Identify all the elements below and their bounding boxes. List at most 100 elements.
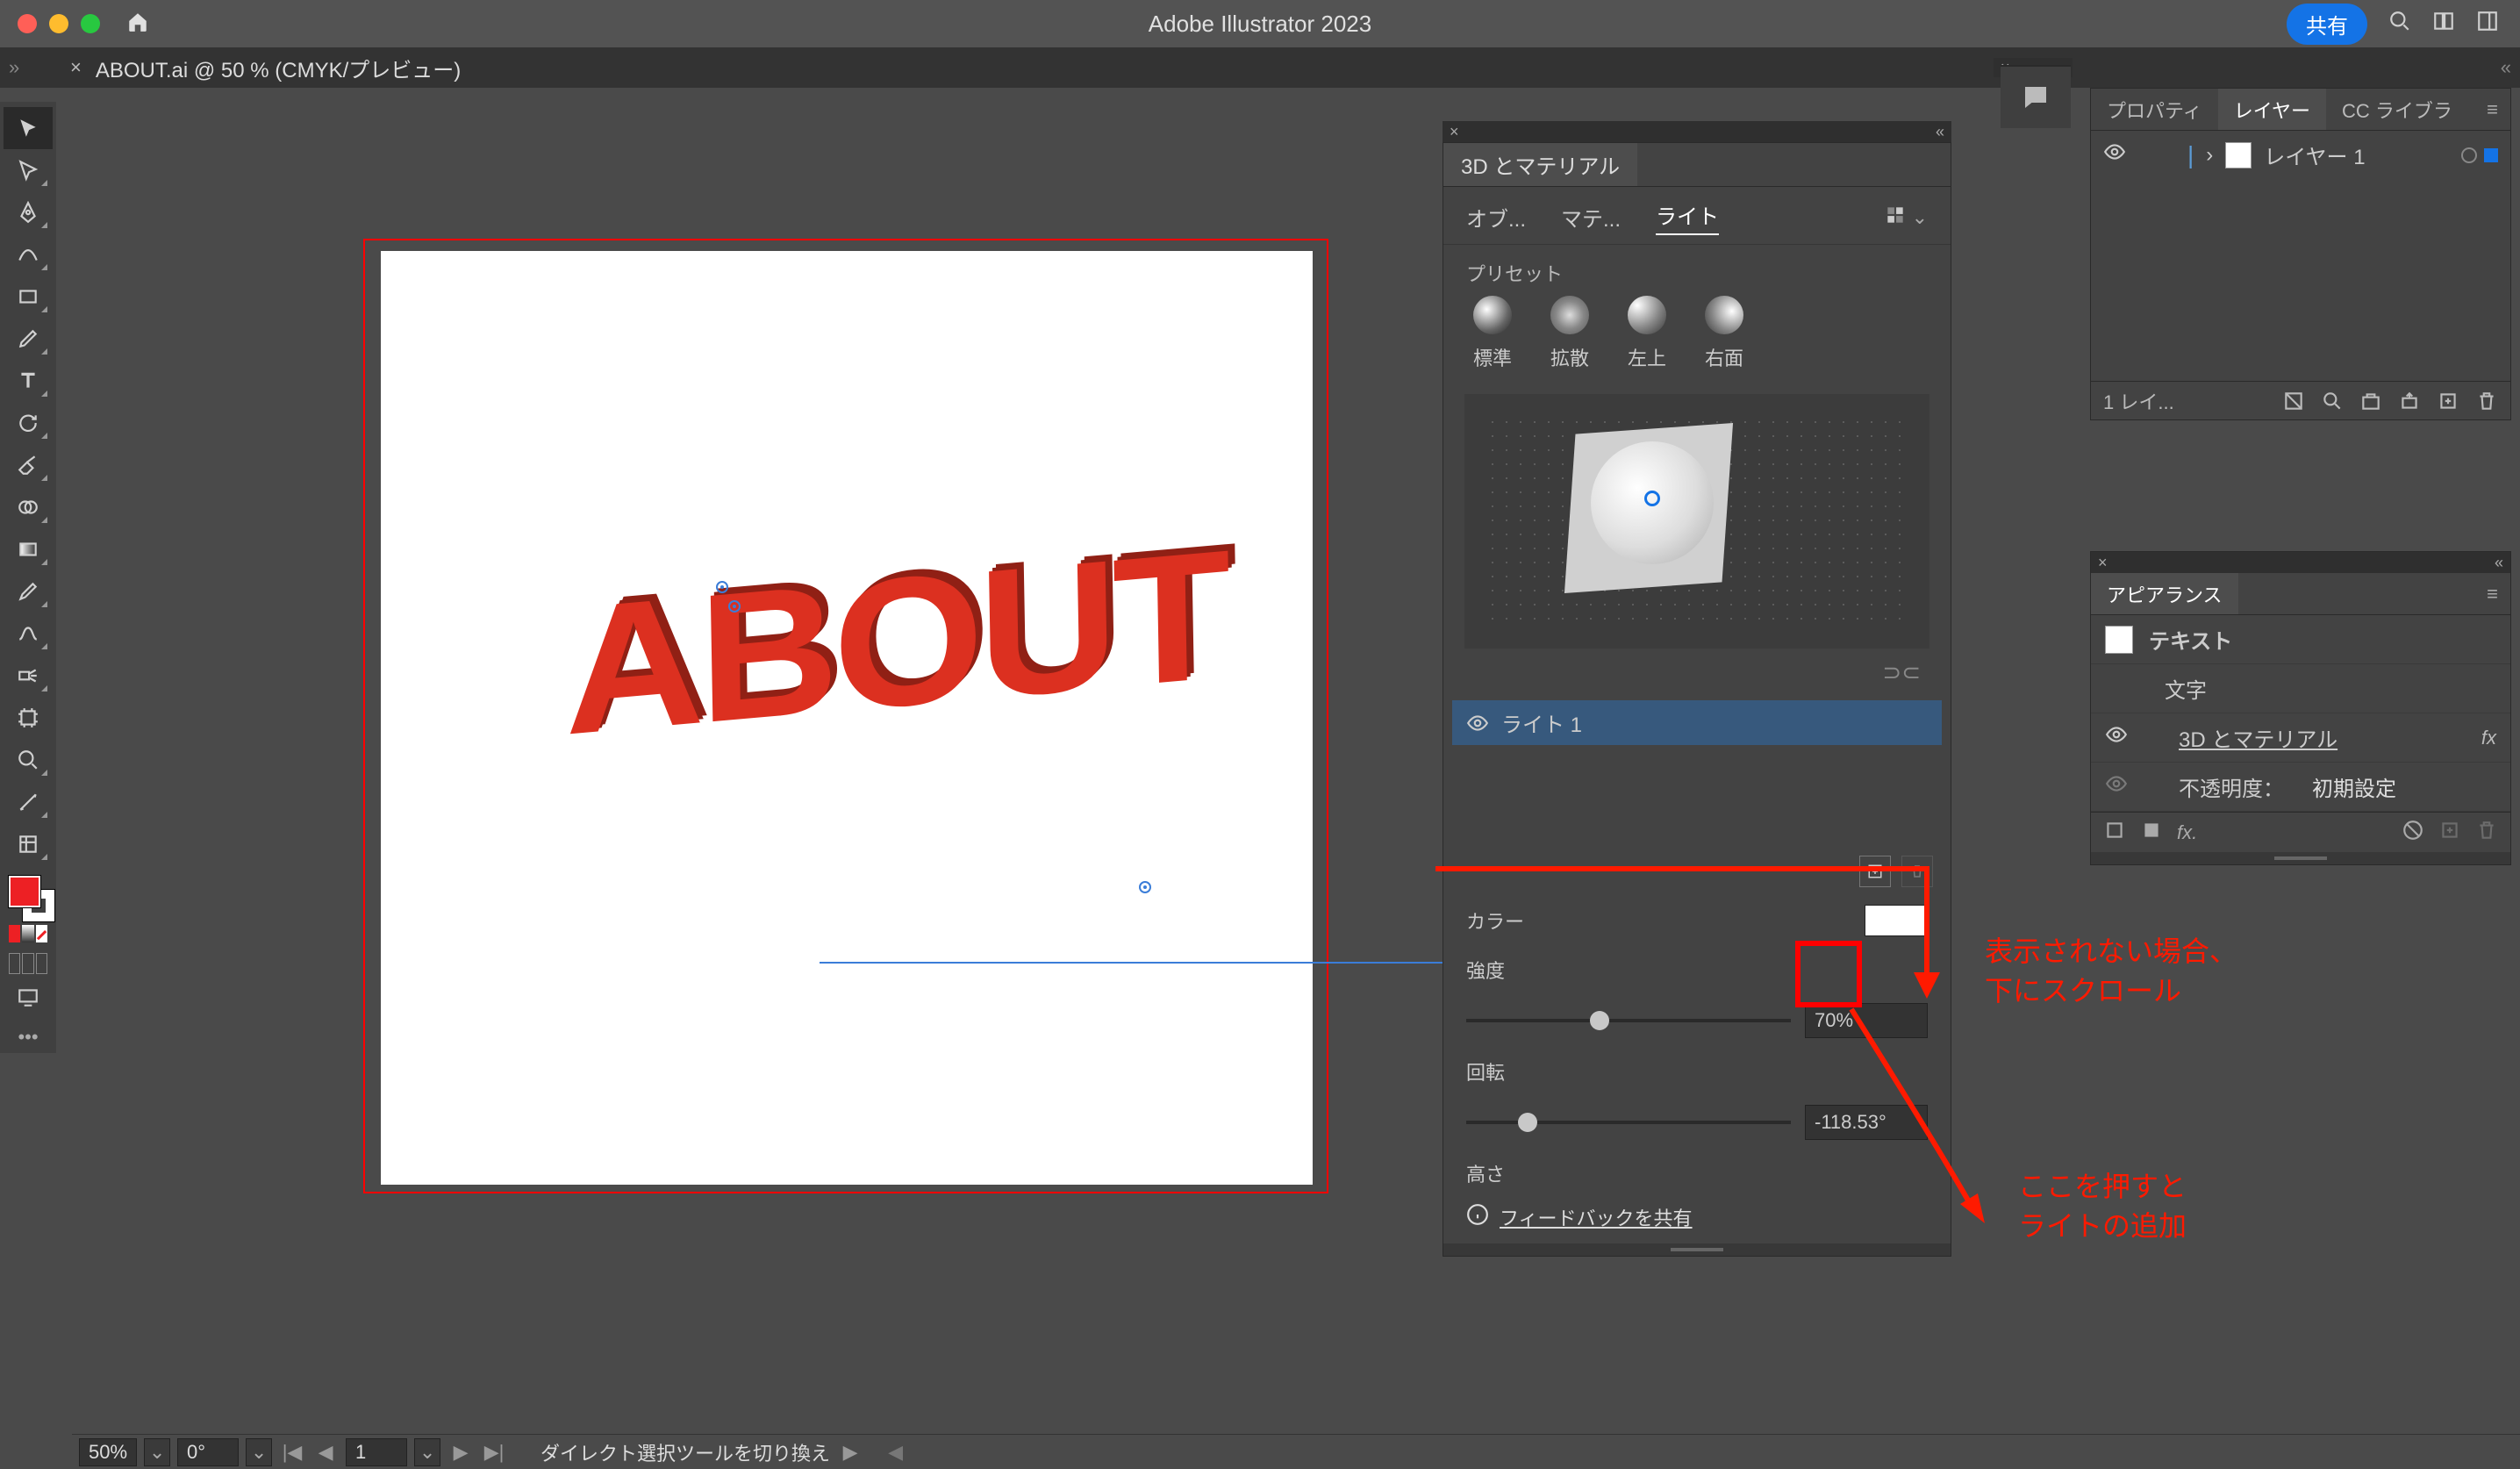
tab-properties[interactable]: プロパティ — [2091, 89, 2218, 130]
workspace-switcher-icon[interactable] — [2476, 10, 2499, 38]
delete-layer-icon[interactable] — [2475, 390, 2498, 412]
light-direction-stage[interactable] — [1464, 394, 1929, 649]
artboard-tool[interactable] — [4, 697, 53, 739]
arrange-windows-icon[interactable] — [2432, 10, 2455, 38]
subtab-light[interactable]: ライト — [1656, 199, 1719, 235]
tab-appearance[interactable]: アピアランス — [2091, 573, 2238, 614]
share-button[interactable]: 共有 — [2287, 4, 2367, 45]
light-list-item[interactable]: ライト 1 — [1452, 700, 1942, 745]
selection-indicator-icon[interactable] — [2484, 148, 2498, 162]
rotate-dropdown-icon[interactable]: ⌄ — [246, 1438, 272, 1466]
locate-object-icon[interactable] — [2282, 390, 2305, 412]
first-artboard-icon[interactable]: |◀ — [279, 1438, 305, 1466]
eyedropper-tool[interactable] — [4, 570, 53, 613]
visibility-eye-icon[interactable] — [1466, 712, 1489, 734]
render-settings-icon[interactable] — [1884, 204, 1907, 232]
blend-tool[interactable] — [4, 613, 53, 655]
width-tool[interactable] — [4, 781, 53, 823]
rotate-view-input[interactable]: 0° — [177, 1438, 239, 1466]
comments-panel-icon[interactable] — [2001, 65, 2071, 128]
fill-swatch[interactable] — [9, 876, 40, 907]
link-icon[interactable]: ⊃⊂ — [1882, 659, 1921, 686]
collect-for-export-icon[interactable] — [2359, 390, 2382, 412]
feedback-link[interactable]: フィードバックを共有 — [1500, 1203, 1693, 1231]
appearance-3d-label[interactable]: 3D とマテリアル — [2179, 722, 2337, 753]
panel-menu-icon[interactable]: ≡ — [2474, 98, 2510, 121]
prev-artboard-icon[interactable]: ◀ — [312, 1438, 339, 1466]
appearance-row-opacity[interactable]: 不透明度： 初期設定 — [2091, 763, 2510, 812]
last-artboard-icon[interactable]: ▶| — [481, 1438, 507, 1466]
layer-row[interactable]: | › レイヤー 1 — [2091, 131, 2510, 179]
delete-item-icon[interactable] — [2475, 819, 2498, 847]
new-layer-icon[interactable] — [2437, 390, 2459, 412]
next-artboard-icon[interactable]: ▶ — [447, 1438, 474, 1466]
duplicate-item-icon[interactable] — [2438, 819, 2461, 847]
rectangle-tool[interactable] — [4, 276, 53, 318]
preset-standard[interactable]: 標準 — [1473, 296, 1512, 371]
close-tab-icon[interactable]: × — [70, 56, 82, 79]
preset-topleft[interactable]: 左上 — [1628, 296, 1666, 371]
artboard-number-input[interactable]: 1 — [346, 1438, 407, 1466]
subtab-material[interactable]: マテ... — [1561, 202, 1621, 233]
new-sublayer-icon[interactable] — [2398, 390, 2421, 412]
add-stroke-icon[interactable] — [2103, 819, 2126, 847]
panel-control-bar[interactable]: ×« — [1443, 121, 1951, 142]
add-fill-icon[interactable] — [2140, 819, 2163, 847]
search-icon[interactable] — [2388, 10, 2411, 38]
paintbrush-tool[interactable] — [4, 318, 53, 360]
layer-name[interactable]: レイヤー 1 — [2264, 140, 2365, 170]
pen-tool[interactable] — [4, 191, 53, 233]
home-icon[interactable] — [126, 7, 149, 41]
panel-collapse-icon[interactable]: « — [2495, 554, 2503, 572]
window-minimize-button[interactable] — [49, 14, 68, 33]
collapse-right-icon[interactable]: « — [2501, 56, 2511, 79]
appearance-row-object[interactable]: テキスト — [2091, 615, 2510, 664]
clear-appearance-icon[interactable] — [2402, 819, 2424, 847]
zoom-tool[interactable] — [4, 739, 53, 781]
visibility-eye-icon[interactable] — [2105, 723, 2130, 752]
draw-mode-switcher[interactable] — [4, 953, 53, 974]
panel-close-icon[interactable]: × — [2098, 554, 2108, 572]
panel-menu-icon[interactable]: ≡ — [2474, 583, 2510, 606]
zoom-dropdown-icon[interactable]: ⌄ — [144, 1438, 170, 1466]
symbol-sprayer-tool[interactable] — [4, 655, 53, 697]
color-mode-switcher[interactable] — [4, 925, 53, 946]
zoom-level-input[interactable]: 50% — [79, 1438, 137, 1466]
scrollbar-left-icon[interactable]: ◀ — [888, 1441, 903, 1464]
artboard[interactable]: ABOUT — [381, 251, 1313, 1185]
appearance-row-3d[interactable]: 3D とマテリアル fx — [2091, 713, 2510, 763]
target-icon[interactable] — [2461, 147, 2477, 163]
shape-builder-tool[interactable] — [4, 486, 53, 528]
opacity-value[interactable]: 初期設定 — [2312, 771, 2396, 802]
appearance-row-char[interactable]: 文字 — [2091, 664, 2510, 713]
gradient-tool[interactable] — [4, 528, 53, 570]
add-effect-icon[interactable]: fx. — [2177, 821, 2197, 844]
render-dropdown-icon[interactable]: ⌄ — [1912, 206, 1928, 229]
expand-caret-icon[interactable]: › — [2206, 143, 2213, 168]
3d-text-object[interactable]: ABOUT — [562, 509, 1228, 777]
tab-layers[interactable]: レイヤー — [2218, 89, 2326, 130]
screen-mode-button[interactable] — [4, 979, 53, 1014]
tab-3d-material[interactable]: 3D とマテリアル — [1443, 143, 1637, 186]
type-tool[interactable] — [4, 360, 53, 402]
panel-collapse-icon[interactable]: « — [1936, 123, 1944, 141]
slice-tool[interactable] — [4, 823, 53, 865]
tab-cc-libraries[interactable]: CC ライブラ — [2326, 89, 2468, 130]
visibility-eye-icon[interactable] — [2103, 140, 2126, 169]
edit-toolbar-button[interactable]: ••• — [4, 1021, 53, 1053]
window-close-button[interactable] — [18, 14, 37, 33]
panel-resize-handle[interactable] — [2091, 852, 2510, 864]
light-position-handle[interactable] — [1644, 491, 1660, 506]
visibility-eye-icon[interactable] — [2105, 772, 2130, 801]
artboard-dropdown-icon[interactable]: ⌄ — [414, 1438, 440, 1466]
rotate-tool[interactable] — [4, 402, 53, 444]
curvature-tool[interactable] — [4, 233, 53, 276]
window-maximize-button[interactable] — [81, 14, 100, 33]
subtab-object[interactable]: オブ... — [1466, 202, 1526, 233]
find-layer-icon[interactable] — [2321, 390, 2344, 412]
eraser-tool[interactable] — [4, 444, 53, 486]
document-tab[interactable]: × ABOUT.ai @ 50 % (CMYK/プレビュー) — [70, 53, 461, 83]
preset-diffuse[interactable]: 拡散 — [1550, 296, 1589, 371]
status-menu-icon[interactable]: ▶ — [837, 1438, 863, 1466]
preset-right[interactable]: 右面 — [1705, 296, 1743, 371]
